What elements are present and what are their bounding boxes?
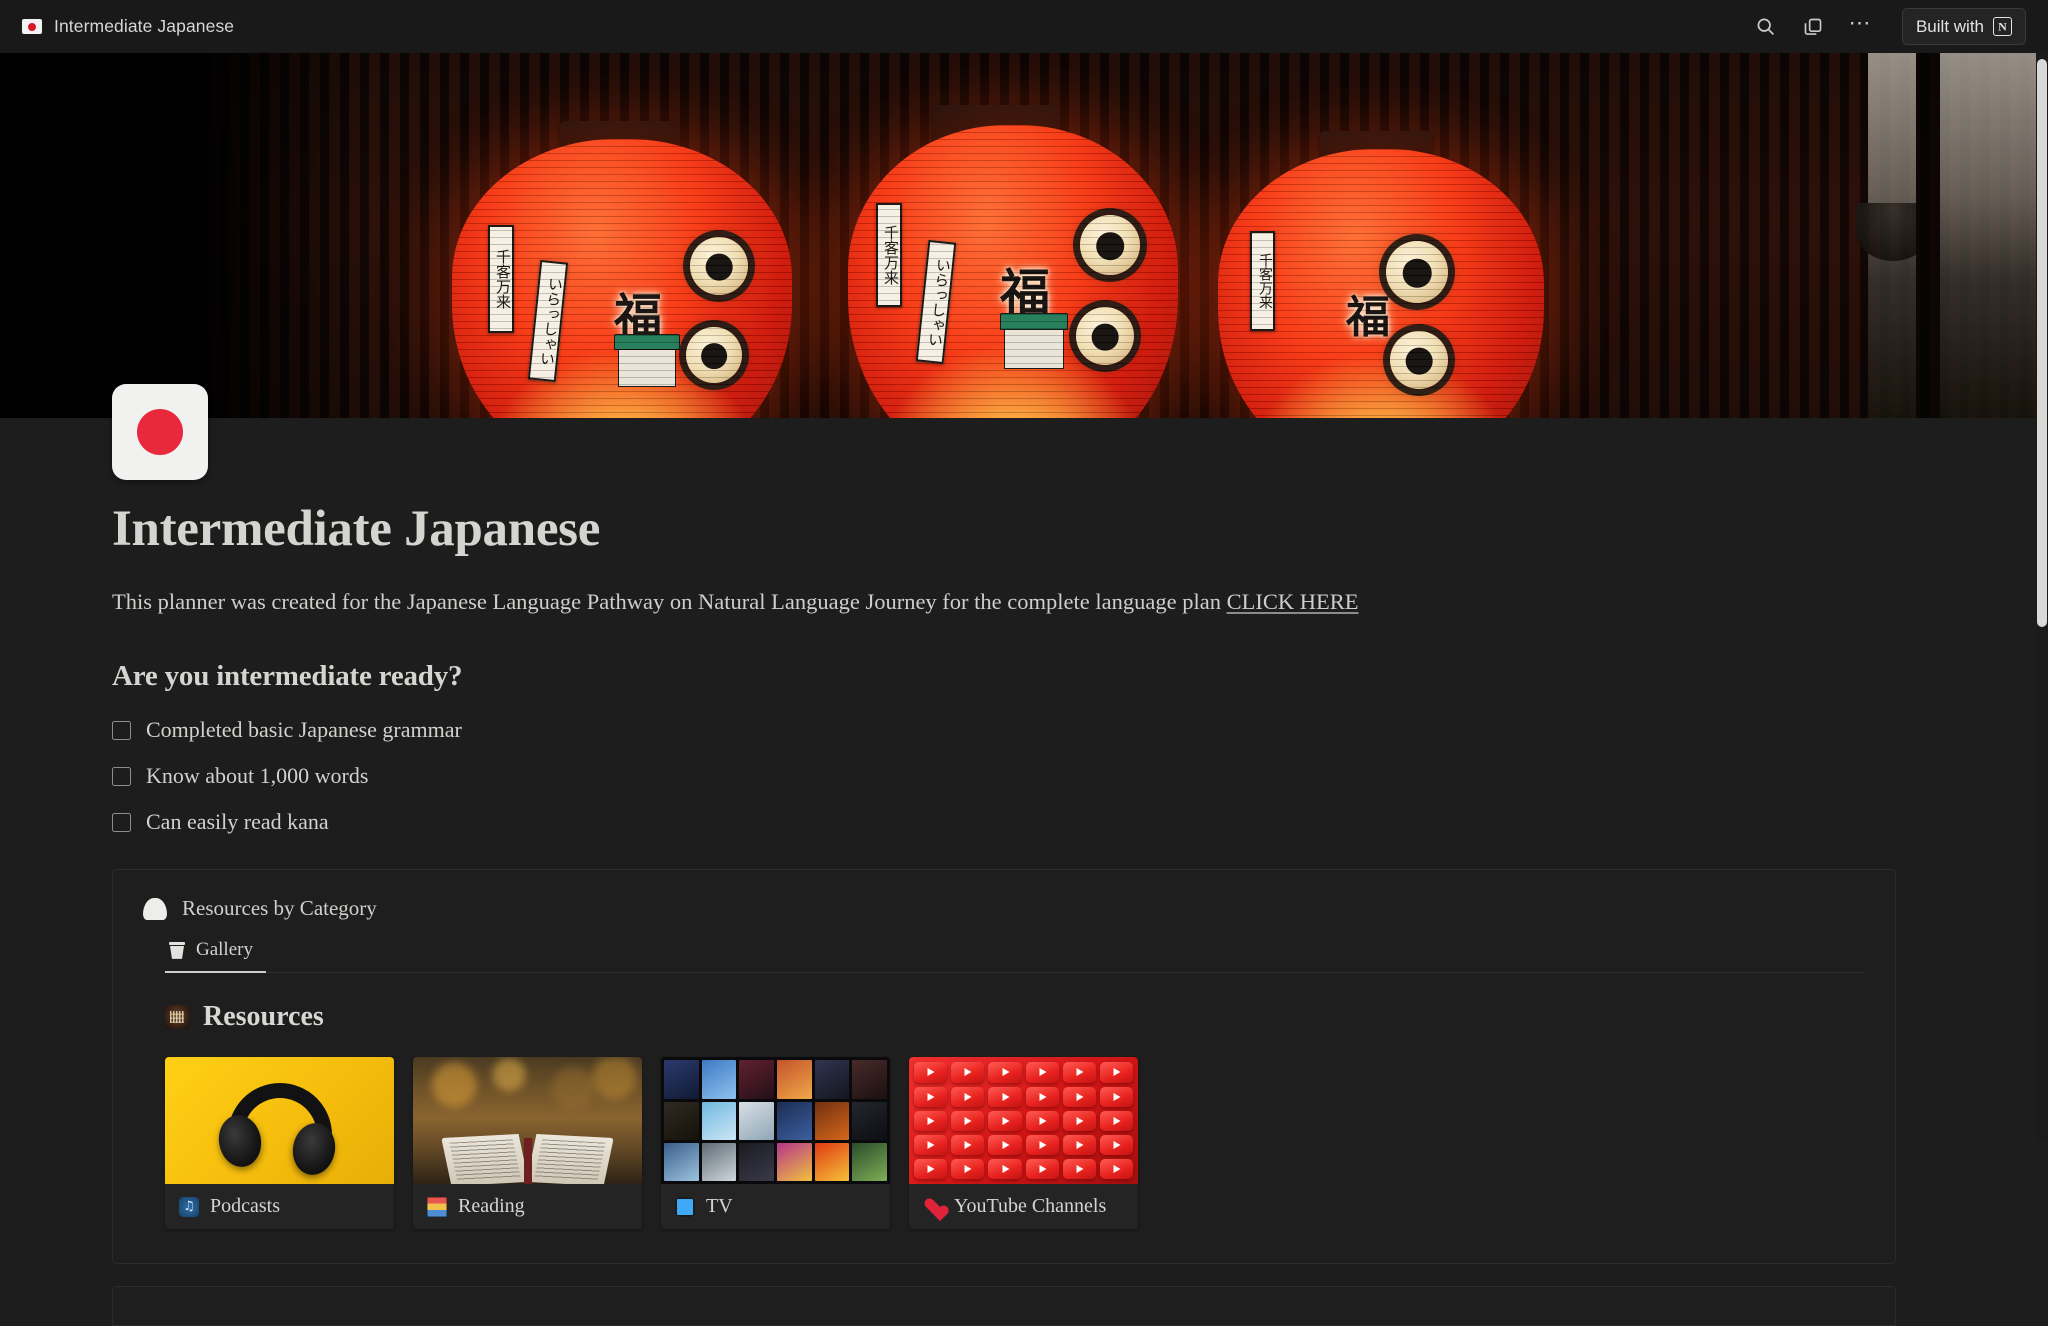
lantern-kanji-tag: 千客万来 [488,225,514,333]
lantern-kanji-tag: いらっしゃい [527,259,569,383]
lantern-center: 千客万来 いらっしゃい 福 [848,125,1178,418]
todo-label: Can easily read kana [146,809,329,835]
anime-thumbnail-grid [664,1060,887,1182]
gallery-view-icon [169,941,185,959]
resources-heading: Resources [203,1001,324,1033]
todo-label: Know about 1,000 words [146,763,369,789]
lantern-kanji-tag: 千客万来 [1250,231,1275,331]
gallery-card-reading[interactable]: Reading [413,1057,642,1230]
database-view-tabs: Gallery [165,939,1865,974]
next-database-block[interactable] [112,1286,1896,1326]
gallery-card-podcasts[interactable]: Podcasts [165,1057,394,1230]
notion-logo-icon [1993,17,2012,36]
todo-label: Completed basic Japanese grammar [146,717,462,743]
resources-heading-row: Resources [165,1001,1865,1033]
top-bar-actions: ⋯ Built with [1752,8,2026,45]
youtube-play-button-grid [909,1057,1138,1184]
database-header: Resources by Category [143,896,1865,921]
duplicate-icon[interactable] [1800,14,1826,40]
checkbox-unchecked-icon[interactable] [112,766,131,786]
card-footer: YouTube Channels [909,1184,1138,1229]
musical-note-emoji [179,1196,199,1217]
todo-item[interactable]: Can easily read kana [112,809,1932,835]
daruma-eye [1076,307,1134,365]
page-content: Intermediate Japanese This planner was c… [112,418,1932,1326]
card-label: YouTube Channels [954,1195,1107,1218]
page-subtitle: This planner was created for the Japanes… [112,585,1932,619]
daruma-eye [686,327,742,383]
page-breadcrumb-title[interactable]: Intermediate Japanese [54,16,234,37]
japan-flag-icon [22,19,42,34]
lantern-right: 千客万来 福 [1218,149,1544,418]
page-scrollbar[interactable] [2036,53,2048,1142]
checkbox-unchecked-icon[interactable] [112,812,131,832]
top-bar-left: Intermediate Japanese [22,16,234,37]
lantern-kanji-tag: 千客万来 [876,203,902,307]
checkbox-unchecked-icon[interactable] [112,720,131,740]
book-spine-shape [523,1138,532,1185]
lantern-left: 千客万来 いらっしゃい 福 [452,139,792,418]
gallery-card-tv[interactable]: TV [661,1057,890,1230]
japan-flag-disc-icon [137,409,183,455]
gallery-cards: Podcasts Reading [165,1057,1865,1230]
lantern-kanji-tag: いらっしゃい [915,239,957,365]
onigiri-icon [143,897,167,920]
more-options-icon[interactable]: ⋯ [1848,11,1872,36]
cover-bowl-object [1856,203,1930,261]
cover-right-window [1856,53,2036,418]
card-cover-open-book [413,1057,642,1185]
gallery-card-youtube[interactable]: YouTube Channels [909,1057,1138,1230]
subtitle-text: This planner was created for the Japanes… [112,588,1227,614]
lantern-kanji-fuku: 福 [1346,292,1390,343]
page-icon-japan-flag[interactable] [112,384,208,480]
card-label: Podcasts [210,1195,280,1218]
scrollbar-thumb[interactable] [2037,59,2047,627]
lantern-shrine-motif [999,313,1069,369]
top-bar: Intermediate Japanese ⋯ Built with [0,0,2048,53]
built-with-label: Built with [1915,16,1984,36]
daruma-eye [1390,331,1448,389]
card-footer: TV [661,1184,890,1229]
lantern-kanji-fuku: 福 [1000,264,1050,322]
card-cover-headphones [165,1057,394,1185]
card-footer: Reading [413,1184,642,1229]
todo-item[interactable]: Know about 1,000 words [112,763,1932,789]
page-cover-image: 千客万来 いらっしゃい 福 千客万来 いらっしゃい 福 千客万来 福 [0,53,2036,418]
lantern-kanji-fuku: 福 [614,289,663,345]
red-heart-emoji [923,1197,943,1217]
page-title: Intermediate Japanese [112,501,601,557]
page-body: Intermediate Japanese This planner was c… [0,384,2036,1326]
checklist-heading: Are you intermediate ready? [112,660,463,693]
card-label: TV [706,1195,733,1218]
database-title[interactable]: Resources by Category [182,896,377,921]
lantern-shrine-motif [613,334,681,387]
todo-item[interactable]: Completed basic Japanese grammar [112,717,1932,743]
cover-left-shadow [0,53,360,418]
daruma-eye [690,237,748,295]
television-emoji [675,1196,695,1217]
click-here-link[interactable]: CLICK HERE [1227,589,1359,614]
tab-gallery-label: Gallery [196,939,253,961]
books-emoji [427,1196,447,1217]
built-with-notion-button[interactable]: Built with [1901,8,2026,45]
card-cover-anime-grid [661,1057,890,1185]
database-block: Resources by Category Gallery Resources [112,869,1896,1265]
tab-gallery[interactable]: Gallery [165,939,266,974]
card-cover-youtube-logos [909,1057,1138,1185]
card-footer: Podcasts [165,1184,394,1229]
search-icon[interactable] [1752,14,1778,40]
japanese-screen-emoji [165,1005,189,1030]
card-label: Reading [458,1195,525,1218]
daruma-eye [1080,215,1140,275]
daruma-eye [1386,241,1448,303]
